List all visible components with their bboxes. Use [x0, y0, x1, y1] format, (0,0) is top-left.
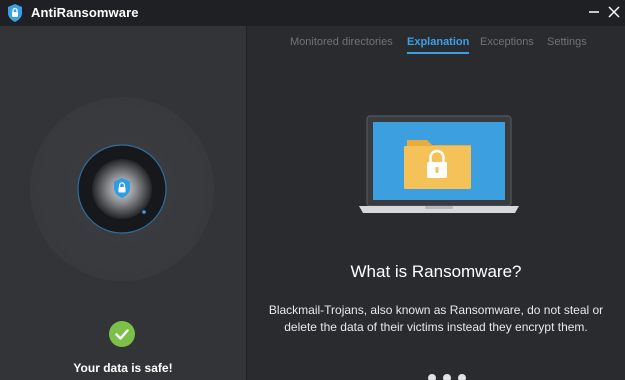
explanation-body: Blackmail-Trojans, also known as Ransomw… — [268, 303, 604, 334]
title-bar: AntiRansomware — [0, 0, 625, 26]
active-tab-indicator — [407, 52, 470, 54]
tab-monitored-directories[interactable]: Monitored directories — [290, 36, 393, 48]
close-icon[interactable] — [606, 4, 622, 20]
status-panel: Your data is safe! — [0, 26, 246, 380]
tab-settings[interactable]: Settings — [547, 36, 587, 48]
tab-exceptions[interactable]: Exceptions — [480, 36, 534, 48]
carousel-pagination — [428, 374, 468, 380]
check-icon — [115, 329, 129, 340]
app-title: AntiRansomware — [31, 5, 139, 20]
explanation-heading: What is Ransomware? — [350, 262, 522, 281]
status-text: Your data is safe! — [73, 361, 173, 375]
tab-explanation[interactable]: Explanation — [407, 36, 470, 54]
page-dot-1[interactable] — [428, 374, 436, 380]
page-dot-3[interactable] — [458, 374, 466, 380]
laptop-locked-folder-illustration — [359, 115, 519, 213]
shield-logo-icon — [8, 4, 22, 22]
safe-status-badge — [109, 321, 135, 347]
minimize-icon[interactable] — [586, 4, 602, 20]
tab-bar: Monitored directories Explanation Except… — [247, 36, 625, 58]
page-dot-2[interactable] — [443, 374, 451, 380]
content-panel: Monitored directories Explanation Except… — [247, 26, 625, 380]
protection-status-graphic — [30, 97, 214, 281]
tab-explanation-label: Explanation — [407, 36, 470, 48]
